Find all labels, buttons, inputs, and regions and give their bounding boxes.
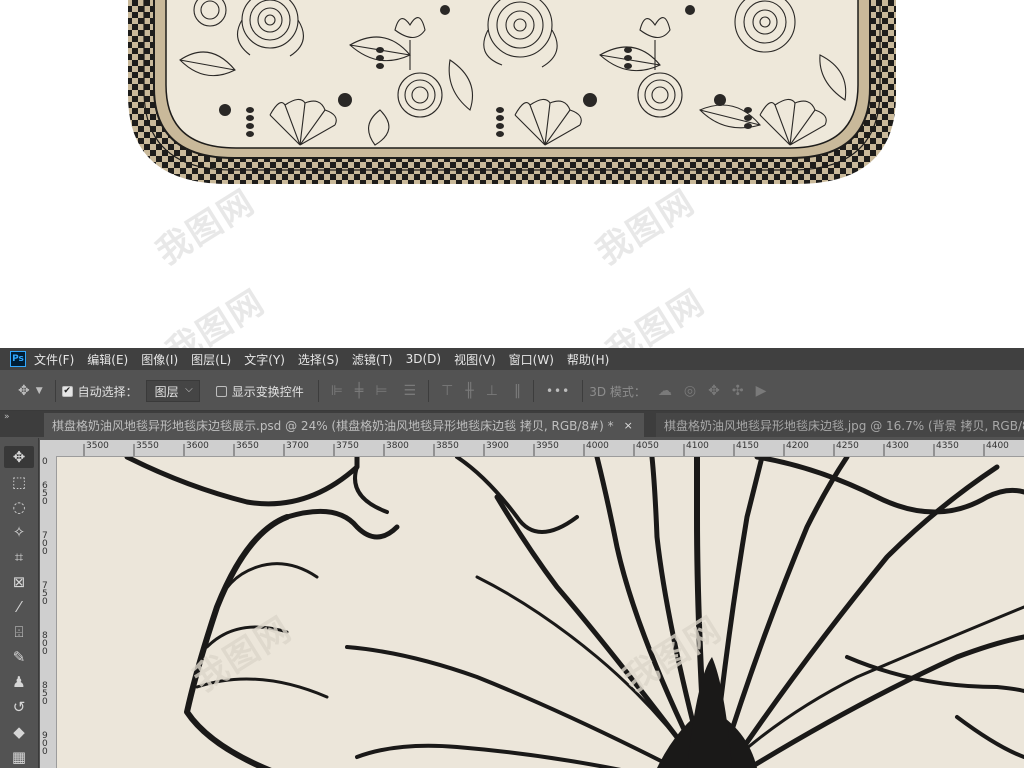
chevron-down-icon: ⌵ <box>185 384 193 395</box>
menu-filter[interactable]: 滤镜(T) <box>352 351 400 368</box>
tab-document-jpg[interactable]: 棋盘格奶油风地毯异形地毯床边毯.jpg @ 16.7% (背景 拷贝, RGB/… <box>656 413 1024 437</box>
divider <box>582 380 584 402</box>
ruler-label: 4000 <box>586 441 609 451</box>
close-icon[interactable]: × <box>624 419 633 432</box>
eraser-tool-icon[interactable]: ◆ <box>4 721 34 743</box>
menu-window[interactable]: 窗口(W) <box>509 351 561 368</box>
move-tool-icon[interactable]: ✥ <box>4 446 34 468</box>
ruler-label: 6 5 0 <box>42 481 48 507</box>
document-tab-bar: » 棋盘格奶油风地毯异形地毯床边毯展示.psd @ 24% (棋盘格奶油风地毯异… <box>0 411 1024 437</box>
menu-layer[interactable]: 图层(L) <box>191 351 238 368</box>
ruler-label: 4150 <box>736 441 759 451</box>
photoshop-window: Ps 文件(F) 编辑(E) 图像(I) 图层(L) 文字(Y) 选择(S) 滤… <box>0 348 1024 768</box>
align-bottom-icon[interactable]: ⊥ <box>486 383 498 399</box>
show-transform-checkbox[interactable] <box>215 385 227 397</box>
move-tool-preset-icon[interactable]: ✥ <box>18 383 30 399</box>
ruler-label: 4100 <box>686 441 709 451</box>
marquee-tool-icon[interactable]: ⬚ <box>4 471 34 493</box>
3d-video-icon[interactable]: ▶ <box>756 383 767 399</box>
ruler-label: 0 <box>42 457 48 467</box>
ruler-label: 4250 <box>836 441 859 451</box>
clone-stamp-tool-icon[interactable]: ♟ <box>4 671 34 693</box>
ruler-label: 3750 <box>336 441 359 451</box>
ruler-label: 3650 <box>236 441 259 451</box>
distribute-icon[interactable]: ☰ <box>404 383 417 399</box>
menu-help[interactable]: 帮助(H) <box>567 351 616 368</box>
ruler-label: 3800 <box>386 441 409 451</box>
chevron-down-icon[interactable]: ▼ <box>36 386 43 396</box>
tab-label: 棋盘格奶油风地毯异形地毯床边毯.jpg @ 16.7% (背景 拷贝, RGB/… <box>664 418 1024 433</box>
menu-3d[interactable]: 3D(D) <box>406 352 448 366</box>
ruler-label: 8 5 0 <box>42 681 48 707</box>
align-center-icon[interactable]: ╪ <box>355 383 363 399</box>
layer-select-dropdown[interactable]: 图层 ⌵ <box>145 380 200 402</box>
ruler-label: 3850 <box>436 441 459 451</box>
ruler-label: 7 5 0 <box>42 581 48 607</box>
ruler-label: 8 0 0 <box>42 631 48 657</box>
rug-illustration <box>128 0 896 184</box>
document-canvas[interactable]: 我图网 我图网 <box>57 457 1024 768</box>
distribute-vertical-icon[interactable]: ‖ <box>514 383 521 399</box>
ruler-label: 3500 <box>86 441 109 451</box>
ruler-label: 4300 <box>886 441 909 451</box>
divider <box>54 380 56 402</box>
frame-tool-icon[interactable]: ⊠ <box>4 571 34 593</box>
ruler-label: 3600 <box>186 441 209 451</box>
align-top-icon[interactable]: ⊤ <box>441 383 453 399</box>
hibiscus-line-art <box>124 457 1024 768</box>
menu-image[interactable]: 图像(I) <box>141 351 185 368</box>
gradient-tool-icon[interactable]: ▦ <box>4 746 34 768</box>
ruler-label: 4400 <box>986 441 1009 451</box>
3d-slide-icon[interactable]: ✣ <box>732 383 744 399</box>
align-right-icon[interactable]: ⊨ <box>375 383 387 399</box>
ruler-label: 4200 <box>786 441 809 451</box>
ruler-label: 3550 <box>136 441 159 451</box>
auto-select-checkbox[interactable]: ✔ <box>61 385 73 397</box>
menu-bar: Ps 文件(F) 编辑(E) 图像(I) 图层(L) 文字(Y) 选择(S) 滤… <box>0 348 1024 370</box>
align-middle-icon[interactable]: ╫ <box>465 383 473 399</box>
3d-pan-icon[interactable]: ✥ <box>708 383 720 399</box>
healing-brush-tool-icon[interactable]: ⌹ <box>4 621 34 643</box>
magic-wand-tool-icon[interactable]: ✧ <box>4 521 34 543</box>
ruler-label: 3700 <box>286 441 309 451</box>
show-transform-label: 显示变换控件 <box>231 384 304 399</box>
ruler-label: 9 0 0 <box>42 731 48 757</box>
menu-edit[interactable]: 编辑(E) <box>87 351 135 368</box>
menu-view[interactable]: 视图(V) <box>454 351 503 368</box>
history-brush-tool-icon[interactable]: ↺ <box>4 696 34 718</box>
vertical-ruler[interactable]: 0 6 5 0 7 0 0 7 5 0 8 0 0 8 5 0 9 0 0 <box>40 456 57 768</box>
collapse-panel-icon[interactable]: » <box>4 412 10 422</box>
brush-tool-icon[interactable]: ✎ <box>4 646 34 668</box>
tab-document-psd[interactable]: 棋盘格奶油风地毯异形地毯床边毯展示.psd @ 24% (棋盘格奶油风地毯异形地… <box>44 413 644 437</box>
menu-file[interactable]: 文件(F) <box>34 351 81 368</box>
tab-label: 棋盘格奶油风地毯异形地毯床边毯展示.psd @ 24% (棋盘格奶油风地毯异形地… <box>52 418 614 433</box>
3d-orbit-icon[interactable]: ☁ <box>658 383 672 399</box>
ruler-label: 3950 <box>536 441 559 451</box>
divider <box>428 380 430 402</box>
menu-type[interactable]: 文字(Y) <box>244 351 292 368</box>
3d-roll-icon[interactable]: ◎ <box>684 383 696 399</box>
more-options-icon[interactable]: ••• <box>546 384 570 398</box>
crop-tool-icon[interactable]: ⌗ <box>4 546 34 568</box>
options-bar: ✥ ▼ ✔ 自动选择： 图层 ⌵ 显示变换控件 ⊫ ╪ ⊨ ☰ ⊤ ╫ ⊥ ‖ … <box>0 372 1024 411</box>
ruler-label: 4350 <box>936 441 959 451</box>
auto-select-label: 自动选择： <box>77 384 138 399</box>
lasso-tool-icon[interactable]: ◌ <box>4 496 34 518</box>
divider <box>317 380 319 402</box>
layer-select-value: 图层 <box>154 384 179 399</box>
rug-preview: 我图网 我图网 我图网 我图网 <box>0 0 1024 373</box>
eyedropper-tool-icon[interactable]: ⁄ <box>4 596 34 618</box>
3d-mode-label: 3D 模式： <box>589 384 646 399</box>
photoshop-logo-icon: Ps <box>10 351 26 367</box>
ruler-label: 7 0 0 <box>42 531 48 557</box>
align-left-icon[interactable]: ⊫ <box>331 383 343 399</box>
ruler-label: 4050 <box>636 441 659 451</box>
divider <box>532 380 534 402</box>
horizontal-ruler[interactable]: 3500 3550 3600 3650 3700 3750 3800 3850 … <box>40 440 1024 457</box>
tools-panel: ✥ ⬚ ◌ ✧ ⌗ ⊠ ⁄ ⌹ ✎ ♟ ↺ ◆ ▦ <box>0 438 39 768</box>
ruler-label: 3900 <box>486 441 509 451</box>
menu-select[interactable]: 选择(S) <box>298 351 346 368</box>
